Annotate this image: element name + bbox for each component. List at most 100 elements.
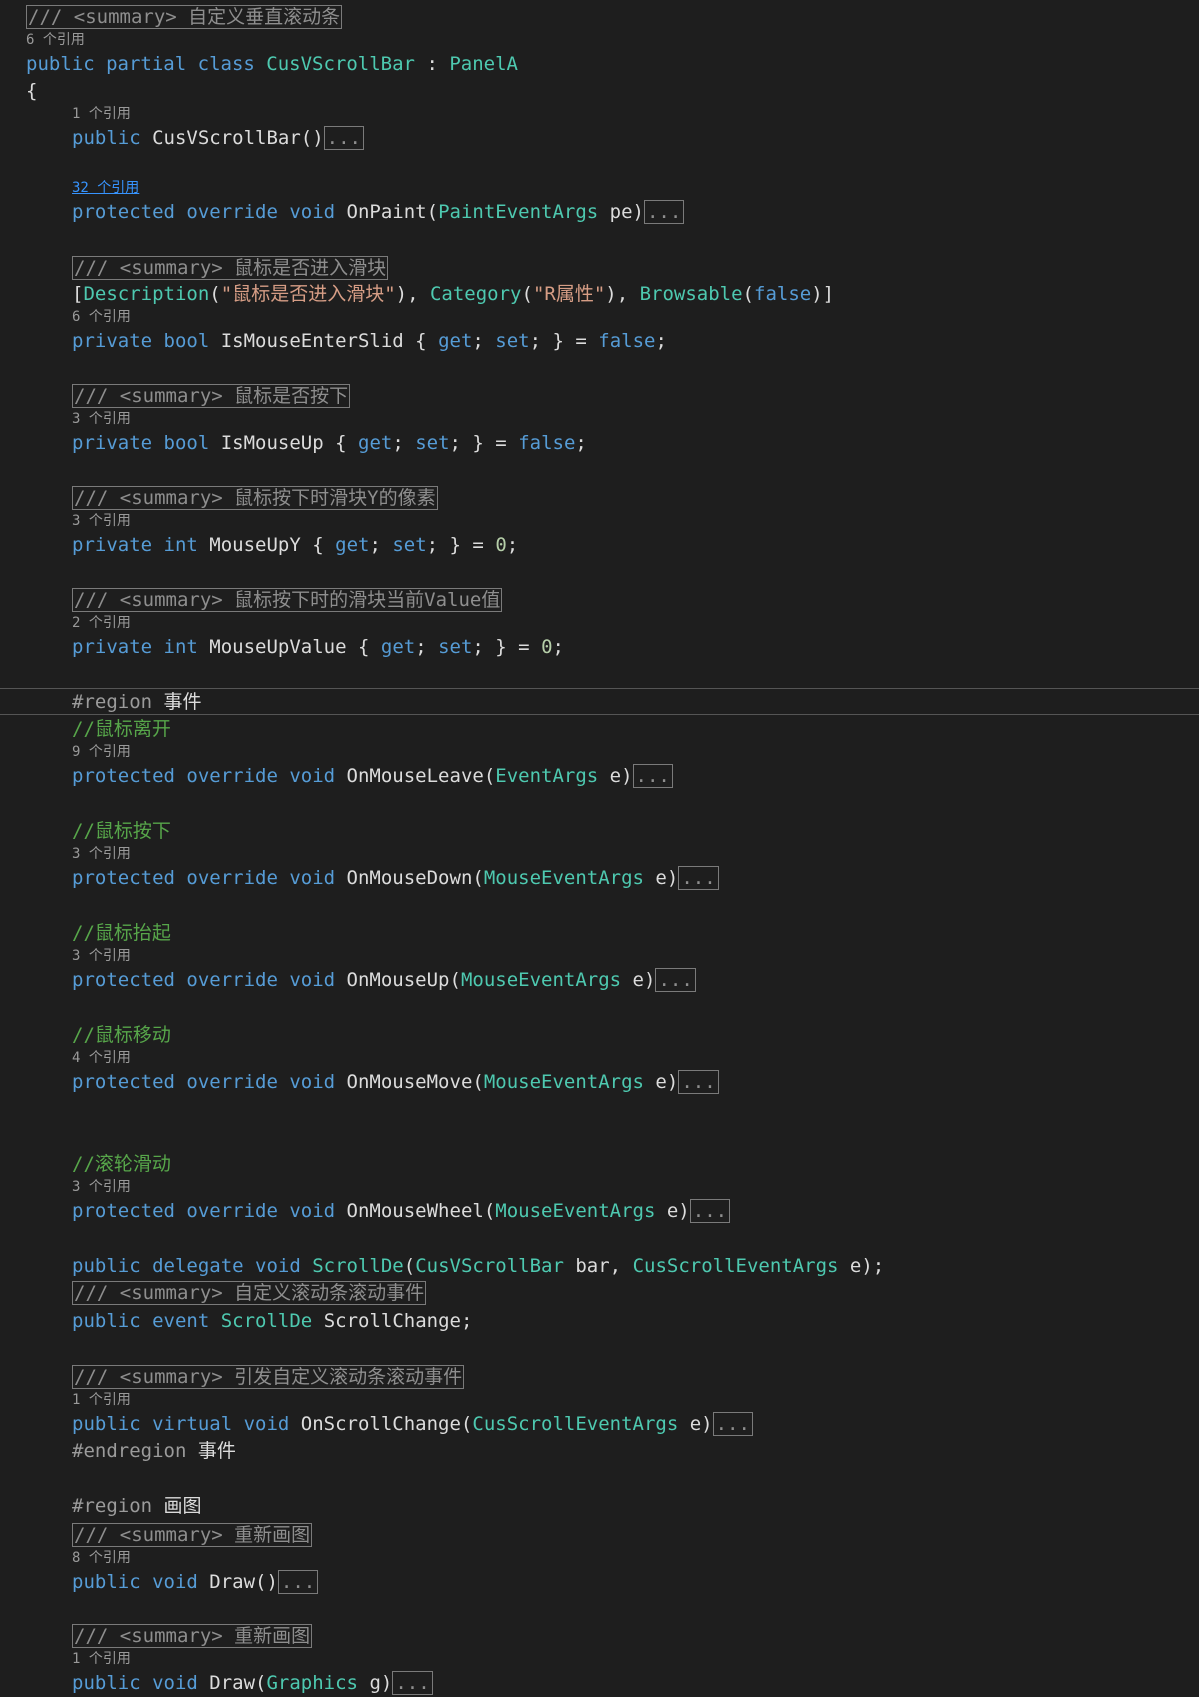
collapsed-summary[interactable]: /// <summary> 引发自定义滚动条滚动事件	[72, 1365, 465, 1389]
region-keyword: #region	[72, 1495, 153, 1517]
collapsed-body[interactable]: ...	[689, 1199, 731, 1223]
collapsed-body[interactable]: ...	[643, 200, 685, 224]
collapsed-summary[interactable]: /// <summary> 重新画图	[72, 1624, 313, 1648]
parameter: bar,	[563, 1255, 633, 1277]
punctuation: ; } =	[449, 432, 519, 454]
codelens-references[interactable]: 9 个引用	[72, 744, 131, 760]
punctuation: ;	[575, 432, 587, 454]
method-name: OnMouseWheel(	[335, 1200, 496, 1222]
collapsed-summary[interactable]: /// <summary> 鼠标按下时的滑块当前Value值	[72, 588, 503, 612]
keyword: protected override void	[72, 765, 336, 787]
type-name: EventArgs	[495, 765, 599, 787]
method-name: Draw()	[197, 1571, 278, 1593]
collapsed-body[interactable]: ...	[678, 1070, 719, 1094]
summary-line: /// <summary> 鼠标按下时的滑块当前Value值	[72, 588, 503, 612]
codelens-references[interactable]: 3 个引用	[72, 513, 131, 529]
number-literal: 0	[495, 534, 507, 556]
collapsed-summary[interactable]: /// <summary> 自定义垂直滚动条	[26, 5, 343, 29]
property-name: MouseUpY {	[197, 534, 336, 556]
summary-prefix: /// <summary>	[74, 1282, 223, 1304]
property-line: private int MouseUpValue { get; set; } =…	[72, 635, 564, 659]
codelens-references[interactable]: 4 个引用	[72, 1050, 131, 1066]
codelens-references[interactable]: 1 个引用	[72, 106, 131, 122]
punctuation: ;	[506, 534, 519, 556]
method-name: OnPaint(	[335, 201, 439, 223]
collapsed-body[interactable]: ...	[277, 1570, 319, 1594]
codelens-references[interactable]: 8 个引用	[72, 1550, 131, 1566]
codelens-references[interactable]: 3 个引用	[72, 948, 131, 964]
method-signature: CusVScrollBar()	[140, 127, 324, 149]
collapsed-body[interactable]: ...	[323, 126, 364, 150]
codelens-references[interactable]: 2 个引用	[72, 615, 131, 631]
delegate-name: ScrollDe	[312, 1255, 404, 1277]
summary-text: 自定义滚动条滚动事件	[234, 1282, 425, 1304]
keyword: set	[392, 534, 427, 556]
method-line: protected override void OnMouseUp(MouseE…	[72, 968, 696, 992]
codelens-references[interactable]: 1 个引用	[72, 1651, 131, 1667]
summary-text: 重新画图	[234, 1524, 311, 1546]
collapsed-body[interactable]: ...	[655, 968, 696, 992]
summary-prefix: /// <summary>	[28, 6, 177, 28]
keyword: public void	[72, 1672, 198, 1694]
summary-prefix: /// <summary>	[74, 1625, 223, 1647]
collapsed-summary[interactable]: /// <summary> 重新画图	[72, 1523, 313, 1547]
property-line: private int MouseUpY { get; set; } = 0;	[72, 533, 518, 557]
method-name: OnMouseLeave(	[335, 765, 496, 787]
class-declaration-line: public partial class CusVScrollBar : Pan…	[26, 52, 518, 76]
keyword: protected override void	[72, 1200, 336, 1222]
endregion-line[interactable]: #endregion 事件	[72, 1439, 236, 1463]
codelens-references[interactable]: 3 个引用	[72, 1179, 131, 1195]
collapsed-body[interactable]: ...	[678, 866, 719, 890]
keyword: set	[495, 330, 530, 352]
codelens-references[interactable]: 3 个引用	[72, 411, 131, 427]
property-line: private bool IsMouseUp { get; set; } = f…	[72, 431, 587, 455]
keyword: private int	[72, 636, 198, 658]
keyword: protected override void	[72, 867, 336, 889]
summary-text: 鼠标按下时的滑块当前Value值	[234, 589, 501, 611]
punctuation: ;	[552, 636, 564, 658]
collapsed-summary[interactable]: /// <summary> 鼠标是否进入滑块	[72, 256, 389, 280]
keyword: protected override void	[72, 969, 336, 991]
method-line: public void Draw(Graphics g)...	[72, 1671, 433, 1695]
method-name: OnScrollChange(	[289, 1413, 473, 1435]
codelens-references[interactable]: 3 个引用	[72, 846, 131, 862]
codelens-references[interactable]: 6 个引用	[26, 32, 85, 48]
punctuation: [	[72, 283, 84, 305]
collapsed-summary[interactable]: /// <summary> 鼠标按下时滑块Y的像素	[72, 486, 438, 510]
summary-text: 鼠标按下时滑块Y的像素	[234, 487, 436, 509]
type-name: MouseEventArgs	[483, 1071, 644, 1093]
collapsed-summary[interactable]: /// <summary> 自定义滚动条滚动事件	[72, 1281, 427, 1305]
parameter: e)	[643, 1071, 679, 1093]
punctuation: (	[403, 1255, 416, 1277]
keyword: set	[438, 636, 473, 658]
type-name: CusScrollEventArgs	[632, 1255, 839, 1277]
punctuation: :	[415, 53, 450, 75]
collapsed-summary[interactable]: /// <summary> 鼠标是否按下	[72, 384, 351, 408]
number-literal: 0	[541, 636, 553, 658]
parameter: e)	[598, 765, 633, 787]
type-name: MouseEventArgs	[495, 1200, 656, 1222]
punctuation: ; } =	[426, 534, 496, 556]
codelens-references[interactable]: 6 个引用	[72, 309, 131, 325]
region-line[interactable]: #region 画图	[72, 1494, 202, 1518]
delegate-line: public delegate void ScrollDe(CusVScroll…	[72, 1254, 884, 1278]
method-line: protected override void OnMouseLeave(Eve…	[72, 764, 673, 788]
codelens-references-link[interactable]: 32 个引用	[72, 180, 139, 196]
punctuation: (	[742, 283, 754, 305]
region-line[interactable]: #region 事件	[72, 690, 202, 714]
string-literal: "鼠标是否进入滑块"	[220, 283, 396, 305]
summary-prefix: /// <summary>	[74, 487, 223, 509]
method-line: protected override void OnMouseWheel(Mou…	[72, 1199, 731, 1223]
codelens-references[interactable]: 1 个引用	[72, 1392, 131, 1408]
type-name: MouseEventArgs	[483, 867, 644, 889]
collapsed-body[interactable]: ...	[712, 1412, 753, 1436]
base-class-name: PanelA	[449, 53, 518, 75]
parameter: g)	[358, 1672, 393, 1694]
type-name: Graphics	[266, 1672, 358, 1694]
keyword: set	[415, 432, 450, 454]
collapsed-body[interactable]: ...	[632, 764, 673, 788]
comment-line: //鼠标移动	[72, 1023, 171, 1047]
punctuation: ; } =	[529, 330, 599, 352]
collapsed-body[interactable]: ...	[392, 1671, 433, 1695]
type-name: MouseEventArgs	[460, 969, 622, 991]
